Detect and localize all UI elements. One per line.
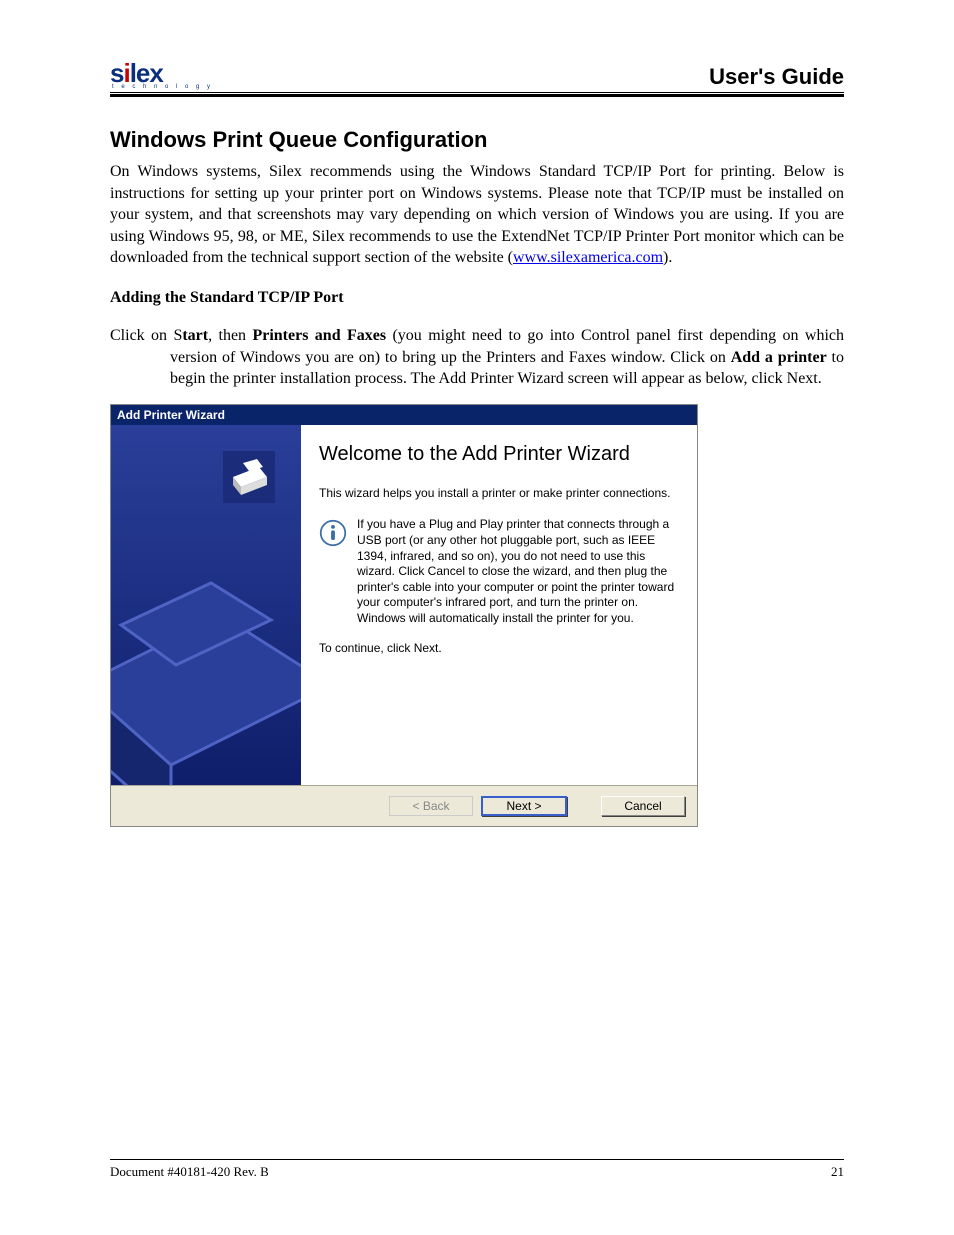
step-text-c: , then <box>208 327 252 344</box>
wizard-button-row: < Back Next > Cancel <box>111 786 697 826</box>
wizard-body: Welcome to the Add Printer Wizard This w… <box>111 425 697 786</box>
logo-text: silex <box>110 60 213 86</box>
add-printer-wizard-dialog: Add Printer Wizard Welco <box>110 404 698 827</box>
back-button: < Back <box>389 796 473 816</box>
footer-doc-id: Document #40181-420 Rev. B <box>110 1164 269 1180</box>
step-bold-add: Add a printer <box>731 349 827 366</box>
sub-heading: Adding the Standard TCP/IP Port <box>110 289 844 307</box>
next-button[interactable]: Next > <box>481 796 567 816</box>
step-paragraph: Click on Start, then Printers and Faxes … <box>110 325 844 390</box>
footer-page-number: 21 <box>831 1164 844 1180</box>
wizard-content: Welcome to the Add Printer Wizard This w… <box>301 425 697 785</box>
page-footer: Document #40181-420 Rev. B 21 <box>110 1159 844 1180</box>
step-text-a: Click on S <box>110 327 182 344</box>
intro-text-suffix: ). <box>663 249 672 266</box>
step-bold-start: tart <box>182 327 208 344</box>
info-icon <box>319 519 347 547</box>
page-header: silex t e c h n o l o g y User's Guide <box>110 60 844 93</box>
cancel-button[interactable]: Cancel <box>601 796 685 816</box>
header-rule <box>110 94 844 97</box>
document-page: silex t e c h n o l o g y User's Guide W… <box>0 0 954 1235</box>
wizard-intro: This wizard helps you install a printer … <box>319 486 679 502</box>
printer-small-icon <box>219 447 279 507</box>
silex-logo: silex t e c h n o l o g y <box>110 60 213 90</box>
guide-title: User's Guide <box>709 64 844 90</box>
wizard-side-banner <box>111 425 301 785</box>
intro-paragraph: On Windows systems, Silex recommends usi… <box>110 161 844 269</box>
logo-subtext: t e c h n o l o g y <box>110 84 213 90</box>
section-title: Windows Print Queue Configuration <box>110 127 844 153</box>
printer-large-icon <box>111 565 301 785</box>
wizard-info-row: If you have a Plug and Play printer that… <box>319 517 679 626</box>
wizard-heading: Welcome to the Add Printer Wizard <box>319 443 679 466</box>
wizard-titlebar: Add Printer Wizard <box>111 405 697 425</box>
step-bold-printers: Printers and Faxes <box>252 327 386 344</box>
wizard-info-text: If you have a Plug and Play printer that… <box>357 517 679 626</box>
wizard-continue: To continue, click Next. <box>319 641 679 657</box>
intro-text-prefix: On Windows systems, Silex recommends usi… <box>110 163 844 266</box>
silex-website-link[interactable]: www.silexamerica.com <box>513 249 663 266</box>
